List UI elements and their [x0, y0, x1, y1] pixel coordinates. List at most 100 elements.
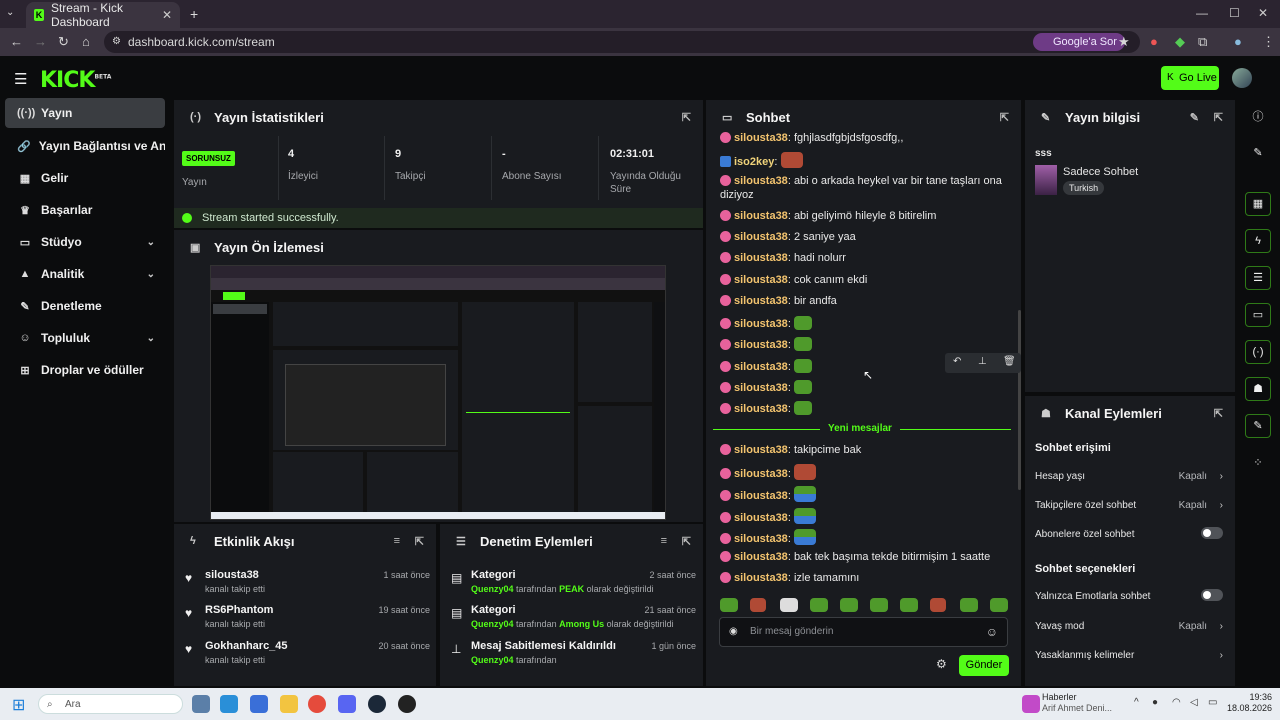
- chat-username[interactable]: silousta38: [734, 252, 788, 264]
- chat-username[interactable]: silousta38: [734, 210, 788, 222]
- browser-tab[interactable]: K Stream - Kick Dashboard ✕: [26, 1, 180, 29]
- chat-username[interactable]: silousta38: [734, 490, 788, 502]
- edge-icon[interactable]: [220, 695, 238, 713]
- chrome-icon[interactable]: [308, 695, 326, 713]
- taskbar-clock[interactable]: 19:36 18.08.2026: [1226, 692, 1272, 714]
- chat-username[interactable]: silousta38: [734, 339, 788, 351]
- subs-only-toggle[interactable]: [1201, 527, 1223, 539]
- close-tab-icon[interactable]: ✕: [162, 8, 172, 22]
- chat-username[interactable]: silousta38: [734, 533, 788, 545]
- forward-icon[interactable]: →: [34, 34, 47, 49]
- popout-icon[interactable]: ⇱: [415, 535, 424, 548]
- quick-emote-icon[interactable]: [870, 598, 888, 612]
- quick-emote-icon[interactable]: [990, 598, 1008, 612]
- popout-icon[interactable]: ⇱: [682, 535, 691, 548]
- chat-username[interactable]: silousta38: [734, 231, 788, 243]
- chat-username[interactable]: silousta38: [734, 274, 788, 286]
- microphone-icon[interactable]: ●: [1152, 697, 1158, 708]
- chat-scrollbar[interactable]: [1018, 310, 1021, 490]
- emote-only-toggle[interactable]: [1201, 589, 1223, 601]
- list-widget-icon[interactable]: ☰: [1245, 266, 1271, 290]
- banned-words-row[interactable]: Yasaklanmış kelimeler ›: [1035, 650, 1225, 661]
- activity-user[interactable]: silousta38: [205, 569, 259, 581]
- slow-mode-row[interactable]: Yavaş mod Kapalı ›: [1035, 621, 1225, 632]
- chat-username[interactable]: silousta38: [734, 295, 788, 307]
- taskbar-search[interactable]: ⌕ Ara: [38, 694, 183, 714]
- chat-username[interactable]: silousta38: [734, 403, 788, 415]
- mod-user[interactable]: Quenzy04: [471, 619, 514, 629]
- menu-dots-icon[interactable]: ⋮: [1262, 34, 1275, 50]
- news-widget-icon[interactable]: [1022, 695, 1040, 713]
- chat-input[interactable]: ◉ Bir mesaj gönderin ☺: [719, 617, 1008, 647]
- windows-start-icon[interactable]: ⊞: [12, 695, 25, 715]
- mod-user[interactable]: Quenzy04: [471, 655, 514, 665]
- quick-emote-icon[interactable]: [930, 598, 946, 612]
- file-explorer-icon[interactable]: [280, 695, 298, 713]
- store-icon[interactable]: [250, 695, 268, 713]
- chat-username[interactable]: silousta38: [734, 444, 788, 456]
- chat-username[interactable]: silousta38: [734, 318, 788, 330]
- home-icon[interactable]: ⌂: [82, 34, 90, 49]
- tab-list-button[interactable]: ⌄: [6, 7, 14, 18]
- popout-icon[interactable]: ⇱: [1214, 111, 1223, 124]
- wrench-widget-icon[interactable]: ✎: [1245, 414, 1271, 438]
- google-ask-button[interactable]: Google'a Sor: [1033, 33, 1125, 51]
- quick-emote-icon[interactable]: [810, 598, 828, 612]
- nav-item-stream-key[interactable]: 🔗 Yayın Bağlantısı ve Anahtarı: [5, 131, 165, 161]
- chat-username[interactable]: silousta38: [734, 551, 788, 563]
- nav-item-revenue[interactable]: ▦ Gelir: [5, 163, 165, 193]
- minimize-button[interactable]: —: [1196, 6, 1208, 20]
- mod-user[interactable]: Quenzy04: [471, 584, 514, 594]
- tray-chevron-icon[interactable]: ^: [1134, 697, 1139, 708]
- wifi-icon[interactable]: ◠: [1172, 697, 1181, 708]
- url-field[interactable]: dashboard.kick.com/stream: [104, 31, 1140, 53]
- discord-icon[interactable]: [338, 695, 356, 713]
- chat-username[interactable]: iso2key: [734, 156, 774, 168]
- activity-user[interactable]: Gokhanharc_45: [205, 640, 288, 652]
- chat-username[interactable]: silousta38: [734, 572, 788, 584]
- close-window-button[interactable]: ✕: [1258, 6, 1268, 20]
- edit-pencil-icon[interactable]: ✎: [1190, 111, 1199, 124]
- nav-item-studio[interactable]: ▭ Stüdyo ⌄: [5, 227, 165, 257]
- chat-username[interactable]: silousta38: [734, 175, 788, 187]
- chat-settings-gear-icon[interactable]: ⚙: [936, 657, 947, 671]
- bookmark-star-icon[interactable]: ★: [1118, 34, 1130, 50]
- reply-icon[interactable]: ↶: [953, 356, 961, 367]
- nav-item-drops[interactable]: ⊞ Droplar ve ödüller: [5, 355, 165, 385]
- broadcast-widget-icon[interactable]: (·): [1245, 340, 1271, 364]
- new-tab-button[interactable]: +: [190, 6, 198, 22]
- chat-username[interactable]: silousta38: [734, 468, 788, 480]
- nav-item-yayin[interactable]: ((·)) Yayın: [5, 98, 165, 128]
- info-icon[interactable]: ⓘ: [1245, 106, 1271, 130]
- preview-video[interactable]: [210, 265, 666, 520]
- nav-item-achievements[interactable]: ♛ Başarılar: [5, 195, 165, 225]
- pin-icon[interactable]: ⊥: [978, 356, 987, 367]
- popout-icon[interactable]: ⇱: [1214, 407, 1223, 420]
- quick-emote-icon[interactable]: [780, 598, 798, 612]
- popout-icon[interactable]: ⇱: [682, 111, 691, 124]
- quick-emote-icon[interactable]: [900, 598, 918, 612]
- user-avatar[interactable]: [1232, 68, 1252, 88]
- nav-item-community[interactable]: ☺ Topluluk ⌄: [5, 323, 165, 353]
- quick-emote-icon[interactable]: [750, 598, 766, 612]
- activity-user[interactable]: RS6Phantom: [205, 604, 273, 616]
- emoji-icon[interactable]: ☺: [986, 618, 998, 646]
- chat-username[interactable]: silousta38: [734, 361, 788, 373]
- go-live-button[interactable]: K Go Live: [1161, 66, 1219, 90]
- hamburger-menu-icon[interactable]: ☰: [14, 70, 27, 88]
- chat-username[interactable]: silousta38: [734, 382, 788, 394]
- account-age-row[interactable]: Hesap yaşı Kapalı ›: [1035, 471, 1225, 482]
- popout-icon[interactable]: ⇱: [1000, 111, 1009, 124]
- edit-pencil-icon[interactable]: ✎: [1245, 142, 1271, 166]
- volume-icon[interactable]: ◁: [1190, 697, 1198, 708]
- chat-username[interactable]: silousta38: [734, 132, 788, 144]
- profile-icon[interactable]: ●: [1234, 34, 1242, 49]
- shield-widget-icon[interactable]: ☗: [1245, 377, 1271, 401]
- maximize-button[interactable]: ☐: [1229, 6, 1240, 20]
- extensions-icon[interactable]: ⧉: [1198, 34, 1207, 50]
- nav-item-analytics[interactable]: ▲ Analitik ⌄: [5, 259, 165, 289]
- back-icon[interactable]: ←: [10, 34, 23, 49]
- followers-only-row[interactable]: Takipçilere özel sohbet Kapalı ›: [1035, 500, 1225, 511]
- quick-emote-icon[interactable]: [720, 598, 738, 612]
- kick-logo[interactable]: KICKBETA: [40, 68, 111, 93]
